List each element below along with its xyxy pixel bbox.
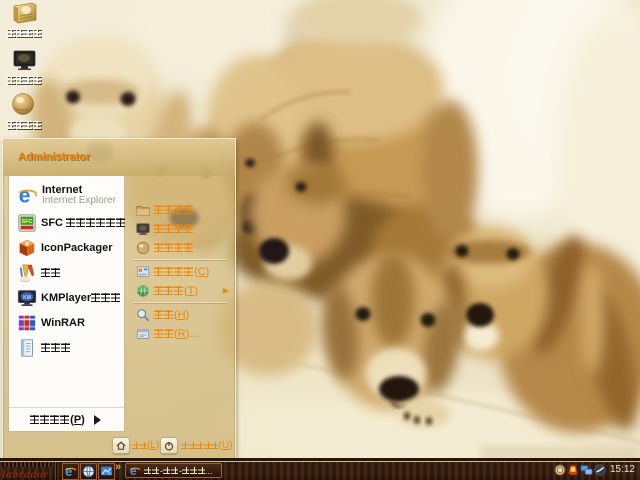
- svg-text:e: e: [19, 185, 31, 206]
- svg-text:e: e: [65, 465, 72, 478]
- svg-text:e: e: [130, 465, 137, 477]
- svg-text:SFC: SFC: [22, 219, 33, 225]
- svg-text:KM: KM: [23, 294, 31, 300]
